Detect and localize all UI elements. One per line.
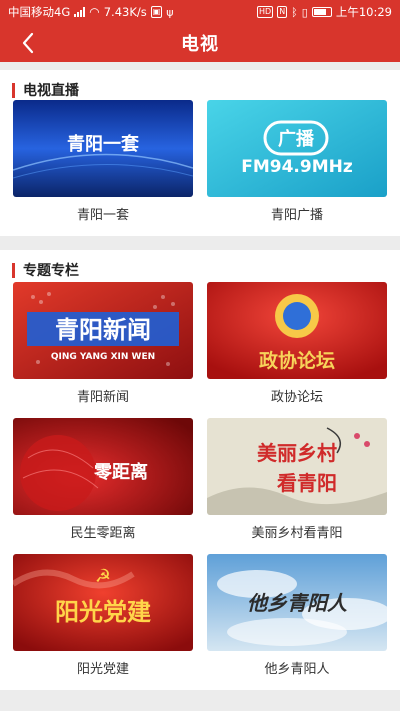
- topic-label: 青阳新闻: [76, 390, 129, 405]
- thumb-text: 政协论坛: [259, 349, 335, 372]
- vibrate-icon: ▯: [301, 5, 308, 19]
- wifi-icon: ◠: [89, 5, 100, 19]
- battery-icon: [311, 7, 332, 17]
- hd-badge: HD: [257, 6, 274, 18]
- clock: 上午10:29: [335, 5, 392, 19]
- bluetooth-icon: ᛒ: [291, 5, 298, 19]
- topic-thumbnail: ☭ 阳光党建: [13, 554, 193, 651]
- thumb-text-1: 美丽乡村: [257, 441, 337, 465]
- page-title: 电视: [181, 34, 219, 55]
- section-accent-bar: [12, 82, 15, 98]
- back-button[interactable]: [10, 24, 46, 62]
- topic-label: 民生零距离: [70, 526, 136, 541]
- channel-thumbnail: 青阳一套: [13, 100, 193, 197]
- party-emblem-icon: ☭: [95, 566, 111, 587]
- topic-label: 美丽乡村看青阳: [251, 526, 343, 541]
- thumb-text: 他乡青阳人: [247, 591, 348, 615]
- usb-icon: ψ: [166, 5, 174, 19]
- section-title: 专题专栏: [23, 263, 79, 279]
- carrier-text: 中国移动4G: [8, 5, 71, 19]
- topic-thumbnail: 美丽乡村 看青阳: [207, 418, 387, 515]
- channel-label: 青阳广播: [270, 208, 323, 223]
- live-section: 电视直播 青阳一套 青阳一套 广播 FM94.9MHz 青阳广播: [0, 70, 400, 236]
- topic-thumbnail: 政协论坛: [207, 282, 387, 379]
- channel-thumbnail: 广播 FM94.9MHz: [207, 100, 387, 197]
- thumb-text-1: 广播: [278, 128, 315, 150]
- topic-label: 他乡青阳人: [264, 662, 330, 677]
- topic-label: 政协论坛: [270, 390, 323, 405]
- section-accent-bar: [12, 262, 15, 278]
- thumb-text: 阳光党建: [55, 598, 151, 626]
- bottom-spacer: [0, 690, 400, 711]
- thumb-text-2: FM94.9MHz: [241, 157, 353, 177]
- topic-thumbnail: 零距离: [13, 418, 193, 515]
- status-bar: 中国移动4G ◠ 7.43K/s ▣ ψ HD N ᛒ ▯ 上午10:29: [0, 0, 400, 24]
- topic-label: 阳光党建: [76, 662, 129, 677]
- notification-icon: ▣: [150, 6, 163, 18]
- chevron-left-icon: [22, 32, 34, 54]
- section-header: 电视直播: [12, 80, 79, 100]
- thumb-subtext: QING YANG XIN WEN: [51, 352, 155, 362]
- thumb-text: 青阳新闻: [55, 316, 151, 344]
- channel-label: 青阳一套: [76, 208, 129, 223]
- section-title: 电视直播: [23, 83, 79, 99]
- topic-thumbnail: 青阳新闻 QING YANG XIN WEN: [13, 282, 193, 379]
- section-header: 专题专栏: [12, 260, 79, 280]
- network-speed: 7.43K/s: [103, 5, 147, 19]
- top-nav-bar: 电视: [0, 24, 400, 62]
- thumb-text-2: 看青阳: [277, 471, 337, 495]
- thumb-text: 青阳一套: [67, 133, 139, 155]
- thumb-text: 零距离: [93, 461, 148, 483]
- topic-thumbnail: 他乡青阳人: [207, 554, 387, 651]
- nfc-badge: N: [277, 6, 288, 18]
- signal-icon: [74, 7, 86, 17]
- topics-section: 专题专栏 青阳新闻 QING YANG XIN WEN 青阳新闻 政协论坛 政协…: [0, 250, 400, 690]
